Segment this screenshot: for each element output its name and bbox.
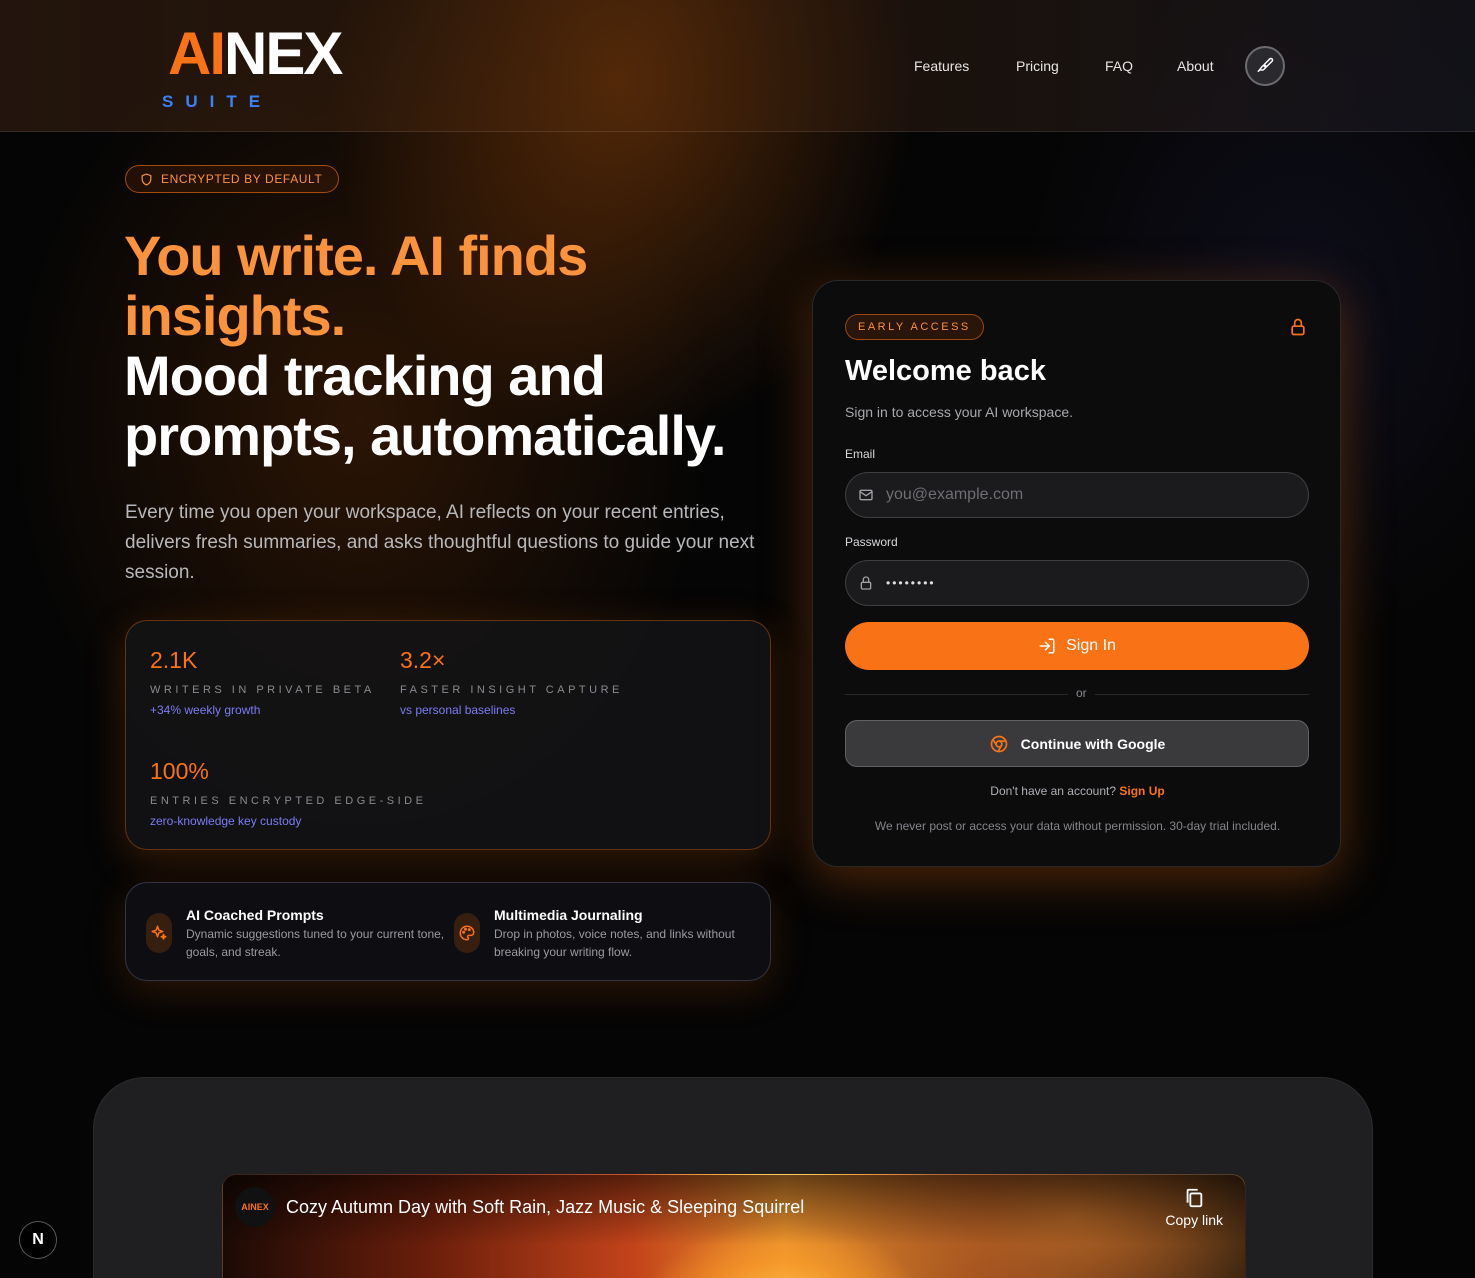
divider-text: or	[1068, 686, 1095, 700]
video-section: AINEX Cozy Autumn Day with Soft Rain, Ja…	[93, 1077, 1373, 1278]
site-header: AINEX SUITE Features Pricing FAQ About	[0, 0, 1475, 132]
hero-subtext: Every time you open your workspace, AI r…	[125, 502, 755, 583]
theme-toggle-button[interactable]	[1245, 46, 1285, 86]
login-title: Welcome back	[845, 355, 1046, 387]
signup-prompt: Don't have an account?	[990, 784, 1117, 798]
dev-tools-badge[interactable]: N	[19, 1221, 57, 1259]
stat-label: ENTRIES ENCRYPTED EDGE-SIDE	[150, 795, 427, 807]
login-subtitle: Sign in to access your AI workspace.	[845, 404, 1073, 420]
encrypted-badge: ENCRYPTED BY DEFAULT	[125, 165, 340, 193]
google-signin-button[interactable]: Continue with Google	[845, 720, 1309, 767]
feature-icon-wrap	[146, 913, 172, 953]
lock-icon	[1291, 318, 1305, 336]
stat-encrypted: 100% ENTRIES ENCRYPTED EDGE-SIDE zero-kn…	[150, 758, 426, 828]
stat-writers: 2.1K WRITERS IN PRIVATE BETA +34% weekly…	[150, 647, 375, 717]
features-card: AI Coached Prompts Dynamic suggestions t…	[125, 882, 771, 981]
copy-link-label: Copy link	[1165, 1212, 1223, 1228]
encrypted-badge-label: ENCRYPTED BY DEFAULT	[161, 172, 323, 186]
login-card: EARLY ACCESS Welcome back Sign in to acc…	[812, 280, 1341, 867]
logo[interactable]: AINEX SUITE	[162, 24, 343, 112]
feature-icon-wrap	[454, 913, 480, 953]
paintbrush-icon	[1257, 57, 1274, 72]
logo-suite: SUITE	[162, 92, 273, 111]
headline-orange: You write. AI finds insights.	[124, 224, 588, 347]
stat-value: 100%	[150, 758, 209, 784]
video-title[interactable]: Cozy Autumn Day with Soft Rain, Jazz Mus…	[286, 1197, 804, 1218]
dev-badge-label: N	[32, 1231, 44, 1248]
email-input[interactable]	[886, 486, 1286, 504]
feature-desc: Dynamic suggestions tuned to your curren…	[186, 927, 445, 959]
mail-icon	[859, 489, 873, 501]
nav-about[interactable]: About	[1177, 58, 1214, 74]
sign-up-link[interactable]: Sign Up	[1119, 784, 1164, 798]
stat-speed: 3.2× FASTER INSIGHT CAPTURE vs personal …	[400, 647, 623, 717]
feature-title: AI Coached Prompts	[186, 907, 324, 923]
email-label: Email	[845, 447, 876, 461]
password-input[interactable]	[886, 576, 1286, 590]
channel-name: AINEX	[241, 1202, 269, 1212]
log-in-icon	[1039, 638, 1055, 654]
password-label: Password	[845, 535, 898, 549]
sign-in-button[interactable]: Sign In	[845, 622, 1309, 670]
stat-sub: +34% weekly growth	[150, 703, 261, 717]
palette-icon	[459, 925, 475, 941]
headline-white: Mood tracking and prompts, automatically…	[124, 344, 726, 467]
hero-headline: You write. AI finds insights. Mood track…	[124, 226, 804, 466]
feature-desc: Drop in photos, voice notes, and links w…	[494, 927, 735, 959]
sign-in-label: Sign In	[1066, 637, 1116, 654]
nav-pricing[interactable]: Pricing	[1016, 58, 1059, 74]
stat-label: FASTER INSIGHT CAPTURE	[400, 684, 623, 696]
password-field-wrap	[845, 560, 1309, 606]
email-field-wrap	[845, 472, 1309, 518]
feature-title: Multimedia Journaling	[494, 907, 643, 923]
chrome-icon	[990, 735, 1008, 752]
google-signin-label: Continue with Google	[1020, 735, 1166, 752]
signup-line: Don't have an account? Sign Up	[813, 784, 1342, 798]
sparkles-icon	[151, 925, 167, 940]
logo-ai: AI	[168, 20, 226, 87]
stat-label: WRITERS IN PRIVATE BETA	[150, 684, 375, 696]
shield-icon	[141, 172, 152, 186]
channel-avatar[interactable]: AINEX	[235, 1187, 275, 1227]
stats-card: 2.1K WRITERS IN PRIVATE BETA +34% weekly…	[125, 620, 771, 850]
copy-link-button[interactable]: Copy link	[1165, 1187, 1223, 1228]
logo-nex: NEX	[224, 20, 343, 87]
stat-sub: vs personal baselines	[400, 703, 516, 717]
video-embed[interactable]: AINEX Cozy Autumn Day with Soft Rain, Ja…	[222, 1174, 1246, 1278]
disclaimer: We never post or access your data withou…	[874, 819, 1281, 833]
stat-value: 3.2×	[400, 647, 446, 673]
nav-faq[interactable]: FAQ	[1105, 58, 1133, 74]
copy-icon	[1186, 1188, 1203, 1208]
stat-sub: zero-knowledge key custody	[150, 814, 302, 828]
stat-value: 2.1K	[150, 647, 198, 673]
nav-features[interactable]: Features	[914, 58, 969, 74]
early-access-badge: EARLY ACCESS	[845, 314, 984, 340]
lock-icon	[860, 576, 872, 590]
